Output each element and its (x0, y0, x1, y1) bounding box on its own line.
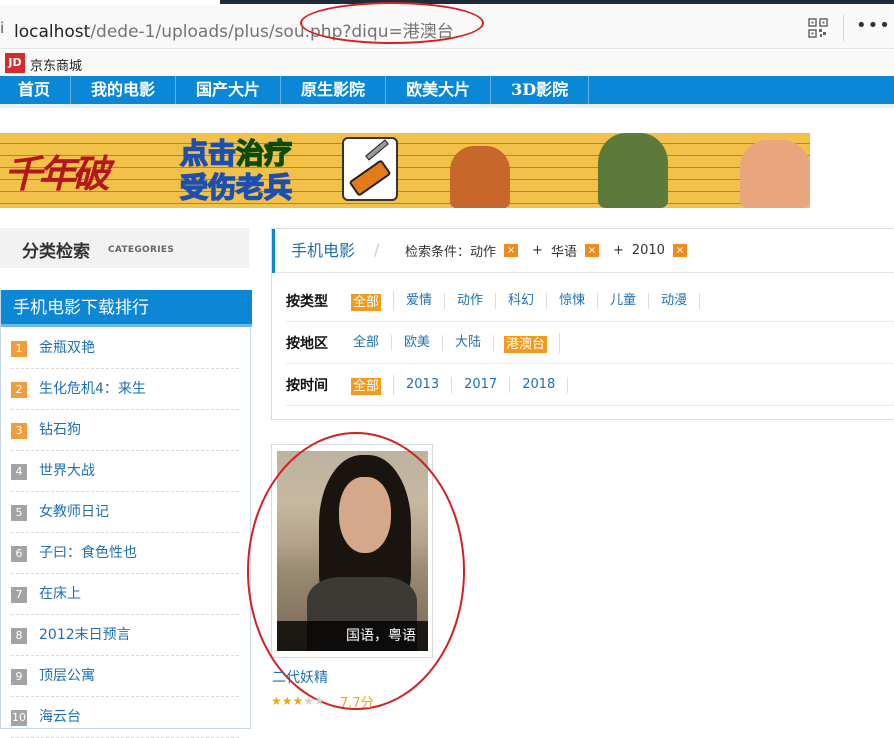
star-icon: ★ (314, 694, 325, 708)
filter-option[interactable]: 动漫 (659, 293, 701, 309)
ranking-item[interactable]: 10 海云台 (11, 697, 239, 738)
filter-label-time: 按时间 (286, 378, 328, 394)
banner-promo-line2: 受伤老兵 (179, 170, 293, 205)
url-host: localhost (14, 22, 91, 42)
toolbar-separator (843, 15, 844, 41)
jd-logo-icon[interactable]: JD (5, 53, 25, 73)
filter-option[interactable]: 儿童 (608, 293, 650, 309)
filter-row-region: 按地区 全部 欧美 大陆 港澳台 (286, 323, 894, 364)
movie-score: 7.7分 (340, 696, 374, 711)
filter-option[interactable]: 大陆 (453, 335, 495, 351)
banner-promo-line1: 点击治疗 (179, 136, 293, 171)
remove-condition-icon[interactable]: × (672, 244, 687, 257)
filter-panel: 手机电影 / 检索条件： 动作 × + 华语 × + 2010 × 按类型 全部 爱情… (271, 228, 894, 420)
nav-home[interactable]: 首页 (0, 76, 72, 104)
ranking-item[interactable]: 1 金瓶双艳 (11, 328, 239, 369)
site-nav: 首页 我的电影 国产大片 原生影院 欧美大片 3D影院 (0, 76, 894, 108)
category-title-en: CATEGORIES (108, 245, 175, 255)
more-menu-icon[interactable]: ••• (856, 15, 891, 36)
remove-condition-icon[interactable]: × (584, 244, 599, 257)
filter-option[interactable]: 爱情 (404, 293, 446, 309)
category-header: 分类检索 CATEGORIES (0, 228, 249, 268)
ranking-item[interactable]: 4 世界大战 (11, 451, 239, 492)
ranking-title: 手机电影下载排行 (1, 290, 252, 327)
nav-domestic[interactable]: 国产大片 (176, 76, 282, 104)
ranking-list: 1 金瓶双艳 2 生化危机4：来生 3 钻石狗 4 世界大战 5 女教师日记 6 子曰：食色… (11, 328, 239, 738)
nav-western[interactable]: 欧美大片 (386, 76, 492, 104)
site-info-icon[interactable]: i (0, 19, 6, 37)
ranking-item[interactable]: 3 钻石狗 (11, 410, 239, 451)
qr-code-icon[interactable] (808, 18, 828, 38)
filter-option[interactable]: 全部 (351, 335, 393, 351)
filter-row-type: 按类型 全部 爱情 动作 科幻 惊悚 儿童 动漫 (286, 281, 894, 322)
filter-option[interactable]: 2018 (520, 377, 569, 393)
ranking-item[interactable]: 5 女教师日记 (11, 492, 239, 533)
condition-tag: 动作 (470, 245, 497, 260)
movie-title-link[interactable]: 二代妖精 (272, 667, 328, 687)
filter-row-time: 按时间 全部 2013 2017 2018 (286, 365, 894, 406)
filter-title-divider: / (374, 240, 380, 259)
ranking-item[interactable]: 8 2012末日预言 (11, 615, 239, 656)
filter-option[interactable]: 2017 (462, 377, 511, 393)
ranking-item[interactable]: 6 子曰：食色性也 (11, 533, 239, 574)
category-title: 分类检索 (22, 242, 90, 262)
condition-tag: 华语 (550, 245, 577, 260)
nav-my-movies[interactable]: 我的电影 (71, 76, 177, 104)
remove-condition-icon[interactable]: × (504, 244, 519, 257)
ranking-box: 手机电影下载排行 1 金瓶双艳 2 生化危机4：来生 3 钻石狗 4 世界大战 5 女教师… (0, 290, 252, 738)
filter-label-type: 按类型 (286, 294, 328, 310)
filter-header: 手机电影 / 检索条件： 动作 × + 华语 × + 2010 × (272, 229, 894, 273)
filter-option[interactable]: 动作 (455, 293, 497, 309)
window-titlebar-edge (220, 0, 894, 4)
condition-tag: 2010 (631, 243, 665, 258)
filter-option-selected[interactable]: 全部 (351, 294, 382, 311)
pill-icon (342, 137, 398, 201)
star-icon: ★ (292, 694, 304, 708)
ranking-item[interactable]: 9 顶层公寓 (11, 656, 239, 697)
nav-native-cinema[interactable]: 原生影院 (281, 76, 387, 104)
ranking-item[interactable]: 2 生化危机4：来生 (11, 369, 239, 410)
filter-option[interactable]: 欧美 (402, 335, 444, 351)
star-icon: ★ (303, 694, 315, 708)
star-icon: ★ (271, 694, 282, 708)
star-icon: ★ (281, 694, 293, 708)
search-conditions: 检索条件： 动作 × + 华语 × + 2010 × (405, 241, 697, 260)
rating-stars: ★ ★ ★ ★ ★ (271, 694, 325, 708)
cartoon-soldier-1 (450, 146, 510, 208)
banner-brand: 千年破 (4, 151, 110, 196)
bookmark-jd[interactable]: 京东商城 (30, 55, 82, 74)
filter-option[interactable]: 2013 (404, 377, 453, 393)
filter-label-region: 按地区 (286, 336, 328, 352)
bookmarks-bar: JD 京东商城 (0, 50, 894, 76)
conditions-label: 检索条件： (405, 245, 471, 260)
filter-title: 手机电影 (272, 229, 371, 273)
url-annotation-ellipse (300, 2, 484, 44)
filter-option[interactable]: 惊悚 (557, 293, 599, 309)
ad-banner[interactable]: 千年破 点击治疗 受伤老兵 (0, 133, 810, 208)
filter-option-selected[interactable]: 港澳台 (504, 336, 548, 353)
cartoon-soldier-3 (740, 140, 810, 208)
filter-option[interactable]: 科幻 (506, 293, 548, 309)
ranking-item[interactable]: 7 在床上 (11, 574, 239, 615)
filter-option-selected[interactable]: 全部 (351, 378, 382, 395)
nav-3d[interactable]: 3D影院 (491, 76, 590, 104)
cartoon-soldier-2 (598, 133, 668, 208)
